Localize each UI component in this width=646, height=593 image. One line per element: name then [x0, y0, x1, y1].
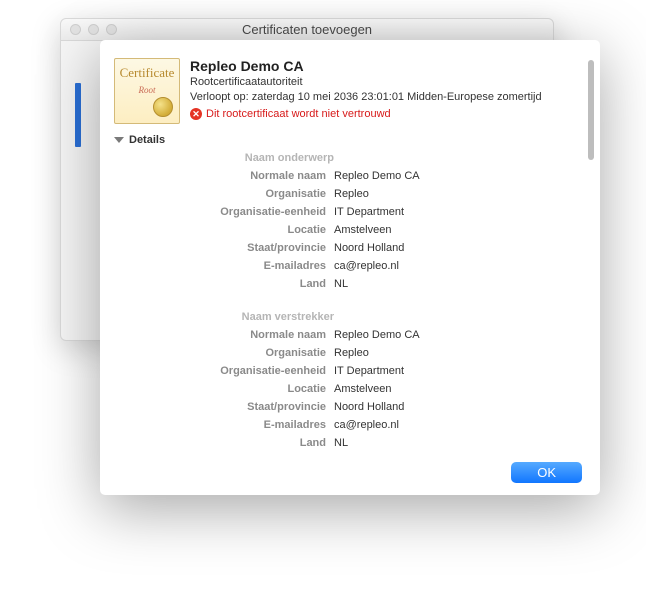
- certificate-sheet: Certificate Root Repleo Demo CA Rootcert…: [100, 40, 600, 495]
- window-title: Certificaten toevoegen: [61, 22, 553, 37]
- detail-value: ca@repleo.nl: [334, 416, 399, 434]
- detail-value: NL: [334, 275, 348, 293]
- certificate-expiry: Verloopt op: zaterdag 10 mei 2036 23:01:…: [190, 90, 582, 104]
- detail-value: Repleo Demo CA: [334, 167, 420, 185]
- zoom-window-button[interactable]: [106, 24, 117, 35]
- detail-label: E-mailadres: [114, 257, 334, 275]
- detail-row: Staat/provincieNoord Holland: [114, 398, 582, 416]
- scrollbar[interactable]: [588, 60, 594, 160]
- detail-value: IT Department: [334, 203, 404, 221]
- detail-label: Locatie: [114, 221, 334, 239]
- certificate-icon-label: Certificate: [115, 65, 179, 81]
- detail-row: E-mailadresca@repleo.nl: [114, 257, 582, 275]
- detail-row: LandNL: [114, 275, 582, 293]
- titlebar: Certificaten toevoegen: [61, 19, 553, 41]
- background-selection-hint: [75, 83, 81, 147]
- detail-row: LocatieAmstelveen: [114, 380, 582, 398]
- detail-value: Repleo Demo CA: [334, 326, 420, 344]
- detail-label: Land: [114, 275, 334, 293]
- detail-row: E-mailadresca@repleo.nl: [114, 416, 582, 434]
- detail-label: Organisatie: [114, 344, 334, 362]
- detail-row: LocatieAmstelveen: [114, 221, 582, 239]
- detail-row: Organisatie-eenheidIT Department: [114, 203, 582, 221]
- detail-row: LandNL: [114, 434, 582, 452]
- details-label: Details: [129, 134, 165, 146]
- scroll-content: Certificate Root Repleo Demo CA Rootcert…: [114, 40, 582, 452]
- detail-label: Organisatie-eenheid: [114, 362, 334, 380]
- detail-row: Normale naamRepleo Demo CA: [114, 167, 582, 185]
- detail-value: ca@repleo.nl: [334, 257, 399, 275]
- detail-row: OrganisatieRepleo: [114, 185, 582, 203]
- close-window-button[interactable]: [70, 24, 81, 35]
- detail-value: Amstelveen: [334, 221, 391, 239]
- detail-label: Land: [114, 434, 334, 452]
- detail-value: Repleo: [334, 185, 369, 203]
- detail-value: Noord Holland: [334, 239, 404, 257]
- detail-value: Repleo: [334, 344, 369, 362]
- detail-label: Organisatie-eenheid: [114, 203, 334, 221]
- detail-row: OrganisatieRepleo: [114, 344, 582, 362]
- detail-label: Staat/provincie: [114, 239, 334, 257]
- certificate-icon: Certificate Root: [114, 58, 180, 124]
- detail-label: Normale naam: [114, 167, 334, 185]
- minimize-window-button[interactable]: [88, 24, 99, 35]
- trust-status-text: Dit rootcertificaat wordt niet vertrouwd: [206, 108, 391, 120]
- detail-row: Organisatie-eenheidIT Department: [114, 362, 582, 380]
- certificate-subtitle: Rootcertificaatautoriteit: [190, 76, 582, 88]
- issuer-heading: Naam verstrekker: [219, 311, 334, 323]
- detail-label: E-mailadres: [114, 416, 334, 434]
- detail-label: Normale naam: [114, 326, 334, 344]
- detail-label: Locatie: [114, 380, 334, 398]
- detail-value: NL: [334, 434, 348, 452]
- detail-value: Noord Holland: [334, 398, 404, 416]
- detail-row: Staat/provincieNoord Holland: [114, 239, 582, 257]
- details-disclosure[interactable]: Details: [114, 134, 582, 146]
- seal-icon: [153, 97, 173, 117]
- certificate-icon-root: Root: [115, 85, 179, 95]
- detail-value: Amstelveen: [334, 380, 391, 398]
- detail-label: Organisatie: [114, 185, 334, 203]
- detail-row: Normale naamRepleo Demo CA: [114, 326, 582, 344]
- detail-label: Staat/provincie: [114, 398, 334, 416]
- chevron-down-icon: [114, 137, 124, 143]
- certificate-title: Repleo Demo CA: [190, 58, 582, 74]
- traffic-lights: [61, 24, 117, 35]
- ok-button[interactable]: OK: [511, 462, 582, 483]
- detail-value: IT Department: [334, 362, 404, 380]
- subject-heading: Naam onderwerp: [219, 152, 334, 164]
- error-icon: ✕: [190, 108, 202, 120]
